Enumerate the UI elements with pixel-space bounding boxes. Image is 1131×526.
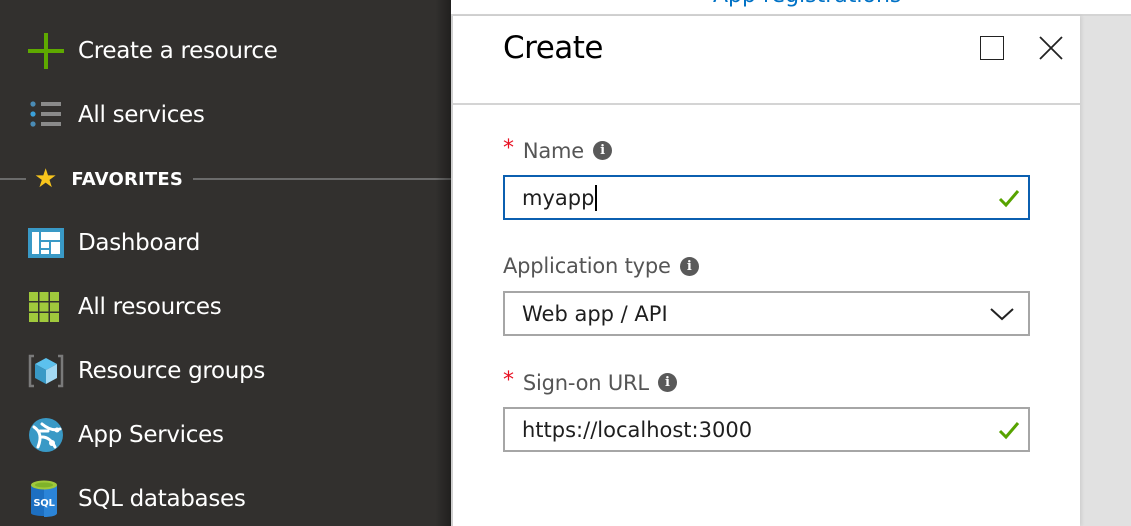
- check-icon: [998, 422, 1020, 440]
- name-label: * Name i: [503, 136, 612, 163]
- name-input-value: myapp: [522, 185, 595, 210]
- name-label-text: Name: [522, 138, 584, 163]
- sign-on-url-value: https://localhost:3000: [522, 417, 753, 442]
- sign-on-url-label: * Sign-on URL i: [503, 368, 677, 395]
- app-services-icon: [28, 417, 68, 453]
- sidebar-item-label: Resource groups: [78, 358, 266, 384]
- sidebar-item-all-resources[interactable]: All resources: [28, 287, 222, 327]
- create-panel: Create * Name i myapp Application type i…: [451, 16, 1080, 526]
- background-link[interactable]: App registrations: [713, 0, 901, 8]
- sidebar-item-label: Dashboard: [78, 230, 201, 256]
- favorites-header: ★ FAVORITES: [0, 160, 451, 198]
- info-icon[interactable]: i: [679, 256, 699, 276]
- sidebar-item-dashboard[interactable]: Dashboard: [28, 223, 200, 263]
- application-type-label-text: Application type: [503, 254, 671, 278]
- sign-on-url-input[interactable]: https://localhost:3000: [503, 407, 1030, 452]
- grid-icon: [28, 289, 68, 325]
- application-type-selected: Web app / API: [522, 301, 668, 326]
- info-icon[interactable]: i: [657, 373, 677, 392]
- close-icon[interactable]: [1037, 34, 1065, 62]
- plus-icon: [28, 33, 68, 69]
- text-caret: [595, 184, 597, 211]
- sidebar-item-label: SQL databases: [78, 486, 246, 512]
- background-blade: App registrations: [451, 0, 1131, 16]
- chevron-down-icon: [990, 308, 1014, 321]
- sidebar-item-label: App Services: [78, 422, 224, 448]
- sidebar-item-create-resource[interactable]: Create a resource: [28, 31, 278, 71]
- sidebar: Create a resource All services ★ FAVORIT…: [0, 0, 451, 526]
- info-icon[interactable]: i: [592, 141, 612, 160]
- sidebar-item-label: Create a resource: [78, 38, 278, 64]
- list-icon: [28, 97, 68, 133]
- divider: [0, 178, 26, 180]
- sidebar-item-app-services[interactable]: App Services: [28, 415, 224, 455]
- name-input[interactable]: myapp: [503, 175, 1030, 220]
- sign-on-url-label-text: Sign-on URL: [522, 370, 649, 395]
- panel-header: Create: [453, 16, 1080, 105]
- required-indicator: *: [503, 136, 514, 161]
- star-icon: ★: [34, 164, 58, 194]
- application-type-label: Application type i: [503, 254, 699, 278]
- sidebar-item-all-services[interactable]: All services: [28, 95, 205, 135]
- application-type-select[interactable]: Web app / API: [503, 291, 1030, 336]
- sql-database-icon: SQL: [28, 480, 68, 517]
- sidebar-item-label: All services: [78, 102, 205, 128]
- dashboard-icon: [28, 225, 68, 261]
- svg-text:SQL: SQL: [33, 498, 55, 509]
- favorites-label: FAVORITES: [71, 168, 184, 190]
- required-indicator: *: [503, 368, 514, 393]
- panel-title: Create: [503, 30, 604, 66]
- cube-icon: [28, 353, 68, 389]
- divider: [193, 178, 451, 180]
- maximize-icon[interactable]: [980, 36, 1004, 60]
- check-icon: [998, 190, 1020, 208]
- sidebar-item-sql-databases[interactable]: SQL SQL databases: [28, 479, 246, 519]
- sidebar-item-resource-groups[interactable]: Resource groups: [28, 351, 265, 391]
- sidebar-item-label: All resources: [78, 294, 222, 320]
